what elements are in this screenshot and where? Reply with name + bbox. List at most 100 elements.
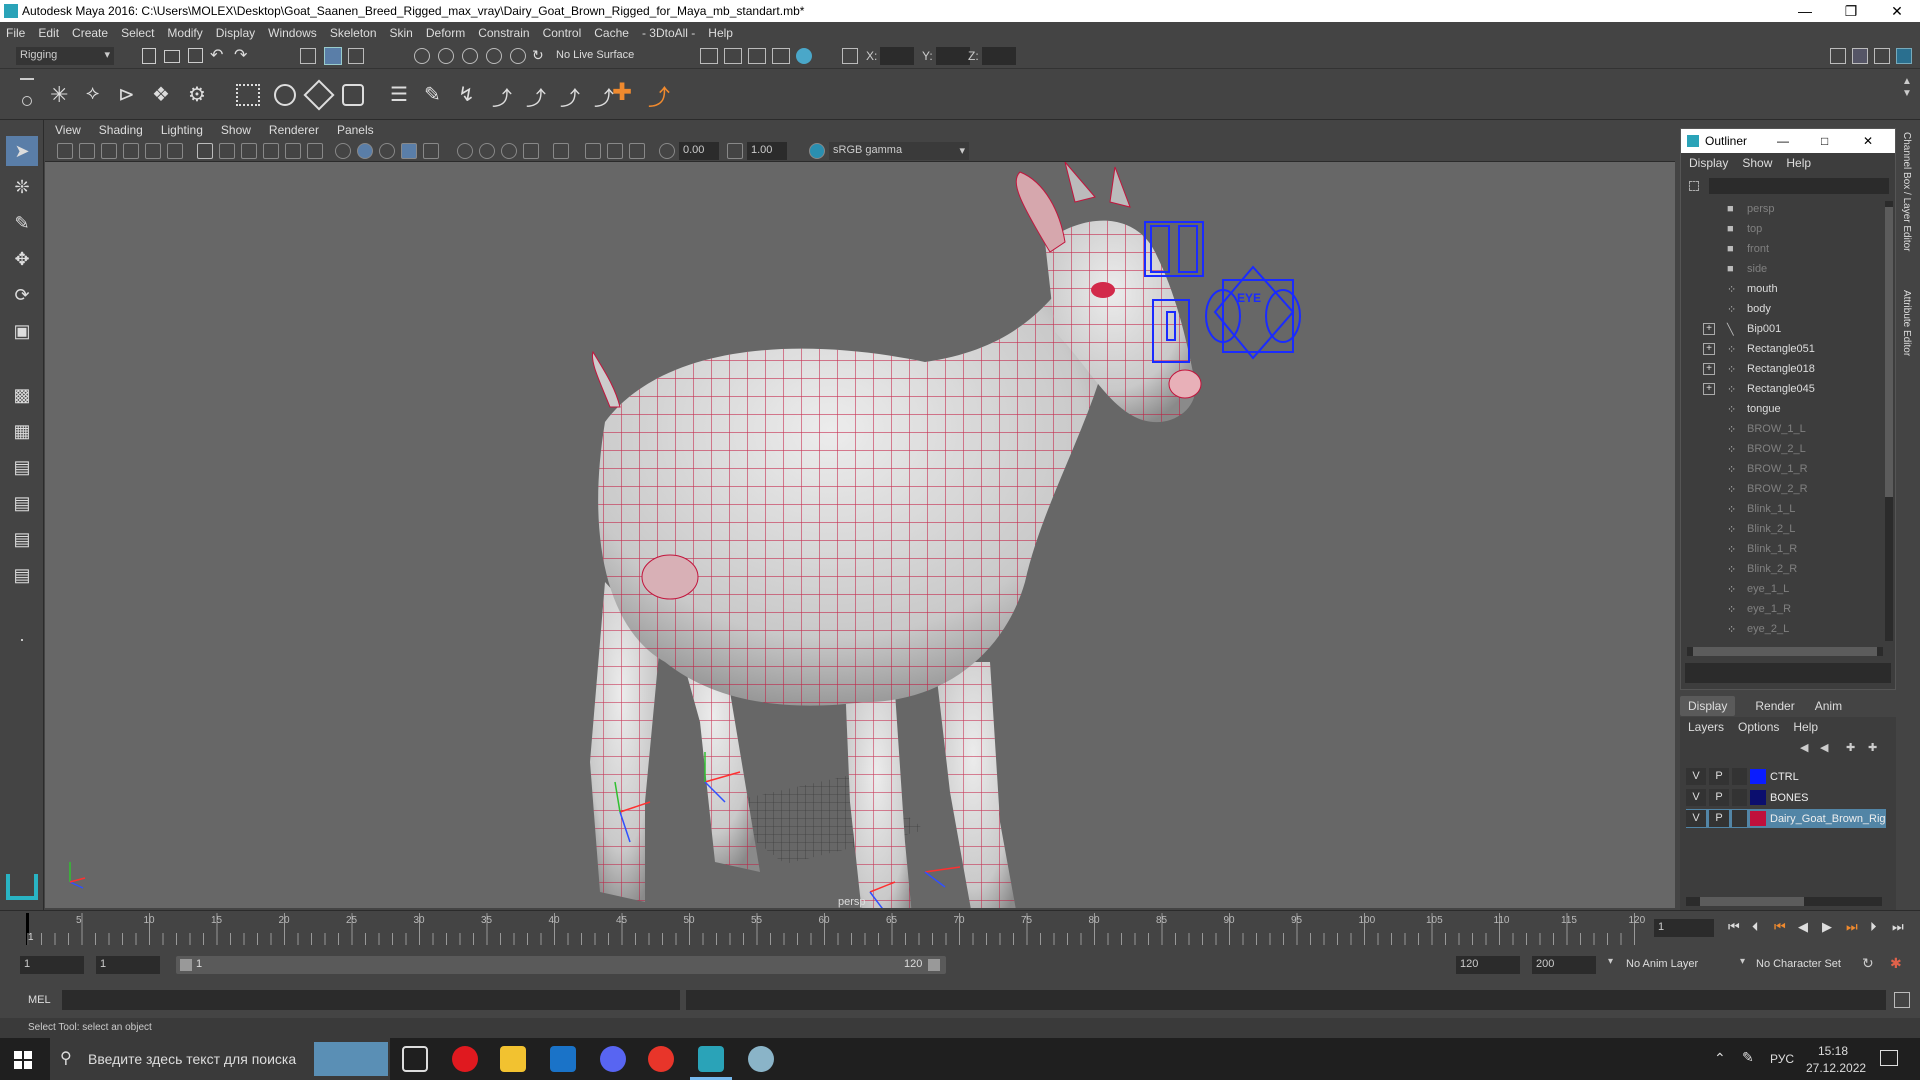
playback-start-field[interactable]: 1 [96,956,160,974]
layer-row[interactable]: V P Dairy_Goat_Brown_Rig [1686,809,1886,828]
layer-row[interactable]: V P CTRL [1686,767,1886,786]
ipr-icon[interactable] [748,48,766,64]
close-icon[interactable]: ✕ [1863,134,1873,148]
motion-blur-icon[interactable] [501,143,517,159]
select-object-icon[interactable] [324,47,342,65]
taskbar-search[interactable]: ⚲ Введите здесь текст для поиска [50,1038,390,1080]
rotate-tool-icon[interactable]: ⟳ [6,280,38,310]
hscroll-thumb[interactable] [1693,647,1877,656]
menu-cache[interactable]: Cache [594,26,629,40]
expand-icon[interactable]: + [1703,343,1715,355]
outliner-item[interactable]: ⁘ eye_2_L [1681,619,1881,639]
script-editor-icon[interactable] [1894,992,1910,1008]
nonlinear-icon[interactable] [342,84,364,106]
tab-attribute-editor[interactable]: Attribute Editor [1901,290,1912,356]
render-seq-icon[interactable] [724,48,742,64]
vscroll-thumb[interactable] [1885,207,1893,497]
paint-weights-icon[interactable]: ✎ [424,82,441,107]
shelf-menu-icon[interactable] [20,78,34,82]
color-management-icon[interactable] [809,143,825,159]
grid-icon[interactable] [197,143,213,159]
menu-display[interactable]: Display [216,26,255,40]
play-forward-icon[interactable]: ▶ [1822,919,1832,935]
layer-display-type[interactable] [1732,810,1747,827]
safe-action-icon[interactable] [307,143,323,159]
layer-visibility-toggle[interactable]: V [1686,768,1706,785]
layer-display-type[interactable] [1732,768,1747,785]
lights-icon[interactable] [423,143,439,159]
live-surface-field[interactable]: No Live Surface [552,47,654,65]
layer-color-swatch[interactable] [1750,811,1766,826]
menu-windows[interactable]: Windows [268,26,317,40]
parent-constraint-icon[interactable]: ↯ [458,82,475,107]
task-view-icon[interactable] [402,1046,428,1072]
cluster-icon[interactable] [274,84,296,106]
layer-playback-toggle[interactable]: P [1709,789,1729,806]
outliner-item[interactable]: ■ top [1681,219,1881,239]
ik-handle-icon[interactable]: ⊳ [118,82,135,107]
ik-spline-icon[interactable]: ❖ [152,82,170,107]
gamma-field[interactable]: 1.00 [747,142,787,160]
menu-constrain[interactable]: Constrain [478,26,529,40]
menu-edit[interactable]: Edit [38,26,59,40]
gate-mask-icon[interactable] [263,143,279,159]
playback-end-field[interactable]: 120 [1456,956,1520,974]
layer-playback-toggle[interactable]: P [1709,768,1729,785]
camera-attr-icon[interactable] [79,143,95,159]
color-space-dropdown[interactable]: sRGB gamma ▾ [829,142,969,160]
outliner-titlebar[interactable]: Outliner — □ ✕ [1681,129,1895,153]
step-forward-frame-icon[interactable]: ⏭ [1846,919,1858,935]
layout-icon-2[interactable] [1852,48,1868,64]
opera-icon[interactable] [452,1046,478,1072]
insert-joint-icon[interactable]: ⟡ [86,82,99,105]
shadows-icon[interactable] [457,143,473,159]
outliner-vscroll[interactable] [1885,201,1893,641]
anim-prefs-icon[interactable]: ✱ [1890,955,1902,972]
close-button[interactable]: ✕ [1874,0,1920,22]
bookmark-icon[interactable] [101,143,117,159]
outliner-bottom-field[interactable] [1685,663,1891,683]
outliner-item[interactable]: ⁘ body [1681,299,1881,319]
outliner-item[interactable]: ⁘ Blink_1_L [1681,499,1881,519]
layer-menu-layers[interactable]: Layers [1688,720,1724,734]
humanik-icon[interactable]: ⚙ [188,82,206,107]
render-settings-icon[interactable] [772,48,790,64]
outliner-item[interactable]: ⁘ Blink_2_L [1681,519,1881,539]
maya-taskbar-icon[interactable] [698,1046,724,1072]
panel-menu-renderer[interactable]: Renderer [269,123,319,137]
wireframe-icon[interactable] [335,143,351,159]
move-layer-down-icon[interactable]: ◀ [1820,741,1828,754]
command-input[interactable] [62,990,680,1010]
locator-icon[interactable]: ✚ [612,78,632,107]
outliner-item[interactable]: ⁘ mouth [1681,279,1881,299]
snap-grid-icon[interactable] [414,48,430,64]
panel-menu-show[interactable]: Show [221,123,251,137]
tab-channel-box[interactable]: Channel Box / Layer Editor [1901,132,1912,252]
menu-skin[interactable]: Skin [390,26,413,40]
outliner-item[interactable]: ⁘ eye_1_R [1681,599,1881,619]
tab-render[interactable]: Render [1755,699,1794,713]
go-to-end-icon[interactable]: ⏭ [1892,919,1904,935]
menu-3dtoall[interactable]: - 3DtoAll - [642,26,695,40]
outliner-item[interactable]: ⁘ BROW_1_L [1681,419,1881,439]
image-plane-icon[interactable] [123,143,139,159]
goat-model[interactable] [590,162,1202,908]
bind-skin-icon[interactable]: ☰ [390,82,408,107]
isolate-select-icon[interactable] [553,143,569,159]
filter-icon[interactable] [1689,181,1699,191]
layer-color-swatch[interactable] [1750,790,1766,805]
wire-icon[interactable] [303,79,335,111]
lattice-icon[interactable] [236,84,260,106]
open-scene-icon[interactable] [164,50,180,63]
paint-select-icon[interactable]: ✎ [6,208,38,238]
outliner-menu-display[interactable]: Display [1689,156,1728,170]
tab-display[interactable]: Display [1680,696,1736,716]
snap-point-icon[interactable] [462,48,478,64]
resolution-gate-icon[interactable] [241,143,257,159]
layer-playback-toggle[interactable]: P [1709,810,1729,827]
outliner-item[interactable]: + ⁘ Rectangle045 [1681,379,1881,399]
wireframe-on-shaded-icon[interactable] [379,143,395,159]
outliner-item[interactable]: + ⁘ Rectangle018 [1681,359,1881,379]
undo-icon[interactable]: ↶ [210,45,223,65]
char-set-dropdown[interactable]: ▾ No Character Set [1740,956,1870,974]
